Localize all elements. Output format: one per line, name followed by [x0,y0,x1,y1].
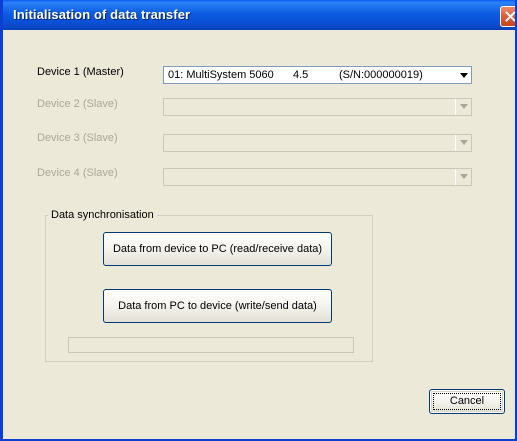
device-2-label: Device 2 (Slave) [37,98,118,110]
device-1-port: 01: MultiSystem 5060 [168,69,274,81]
dialog-window: Initialisation of data transfer Device 1… [0,0,517,441]
close-icon [505,11,515,22]
sync-group-label: Data synchronisation [48,209,157,221]
chevron-down-icon [460,73,468,78]
device-4-select[interactable] [163,168,472,186]
chevron-down-icon [460,140,468,145]
device-3-dropdown-button[interactable] [455,135,471,151]
device-1-version: 4.5 [293,69,309,81]
device-4-dropdown-button[interactable] [455,169,471,185]
cancel-button-label: Cancel [449,395,485,407]
device-3-select[interactable] [163,134,472,152]
device-3-label: Device 3 (Slave) [37,132,118,144]
device-4-label: Device 4 (Slave) [37,167,118,179]
read-from-device-button[interactable]: Data from device to PC (read/receive dat… [103,232,332,266]
chevron-down-icon [460,174,468,179]
transfer-progress-bar [68,337,354,353]
chevron-down-icon [460,104,468,109]
device-1-label: Device 1 (Master) [37,66,124,78]
title-bar[interactable]: Initialisation of data transfer [3,0,515,30]
write-to-device-button[interactable]: Data from PC to device (write/send data) [103,289,332,323]
device-2-dropdown-button[interactable] [455,99,471,115]
window-title: Initialisation of data transfer [13,7,191,22]
device-1-dropdown-button[interactable] [455,67,471,83]
device-1-serial: (S/N:000000019) [339,69,423,81]
device-2-select[interactable] [163,98,472,116]
device-1-select[interactable]: 01: MultiSystem 5060 4.5 (S/N:000000019) [163,66,472,84]
close-button[interactable] [500,6,515,27]
cancel-button[interactable]: Cancel [429,389,505,414]
